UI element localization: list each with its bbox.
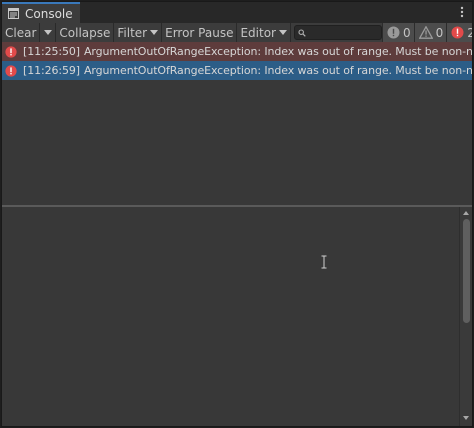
log-timestamp: [11:26:59] [23, 64, 80, 77]
error-icon [5, 45, 17, 58]
log-message: ArgumentOutOfRangeException: Index was o… [84, 45, 472, 58]
log-counters: 0 0 2 [381, 23, 472, 42]
error-icon [451, 26, 464, 39]
console-window: Console Clear Collapse Filter Error Paus… [1, 1, 473, 427]
tab-bar: Console [2, 2, 472, 24]
editor-dropdown[interactable]: Editor [237, 23, 291, 42]
log-entry-selected[interactable]: [11:26:59] ArgumentOutOfRangeException: … [2, 61, 472, 80]
text-cursor-icon [321, 255, 327, 269]
clear-label: Clear [5, 25, 37, 40]
info-count: 0 [402, 25, 411, 40]
stack-trace-pane[interactable] [2, 207, 472, 426]
warning-icon [418, 26, 433, 39]
search-icon [298, 28, 306, 37]
filter-dropdown[interactable]: Filter [114, 23, 163, 42]
log-timestamp: [11:25:50] [23, 45, 80, 58]
error-toggle[interactable]: 2 [446, 23, 472, 42]
error-count: 2 [467, 26, 472, 40]
console-toolbar: Clear Collapse Filter Error Pause Editor [2, 23, 472, 43]
kebab-menu-icon[interactable] [458, 5, 466, 19]
log-entry[interactable]: [11:25:50] ArgumentOutOfRangeException: … [2, 42, 472, 61]
clear-options-dropdown[interactable] [40, 23, 57, 42]
collapse-label: Collapse [59, 25, 111, 40]
error-pause-toggle[interactable]: Error Pause [162, 23, 238, 42]
editor-label: Editor [240, 25, 276, 40]
console-icon [8, 8, 19, 19]
chevron-down-icon [278, 30, 287, 35]
collapse-toggle[interactable]: Collapse [56, 23, 115, 42]
filter-label: Filter [117, 25, 148, 40]
error-pause-label: Error Pause [165, 25, 234, 40]
tab-console[interactable]: Console [2, 2, 80, 23]
chevron-down-icon [150, 30, 159, 35]
log-list: [11:25:50] ArgumentOutOfRangeException: … [2, 42, 472, 205]
clear-button[interactable]: Clear [2, 23, 41, 42]
warning-count: 0 [435, 25, 444, 40]
search-input[interactable] [305, 26, 381, 39]
scroll-up-arrow-icon[interactable] [463, 211, 469, 215]
tab-label: Console [25, 6, 73, 21]
chevron-down-icon [44, 30, 53, 35]
warning-toggle[interactable]: 0 [413, 23, 447, 42]
scrollbar-thumb[interactable] [463, 219, 470, 323]
info-icon [387, 26, 400, 39]
info-toggle[interactable]: 0 [381, 23, 414, 42]
scroll-down-arrow-icon[interactable] [463, 416, 469, 420]
log-message: ArgumentOutOfRangeException: Index was o… [84, 64, 472, 77]
error-icon [5, 64, 17, 77]
vertical-scrollbar[interactable] [459, 207, 472, 426]
search-box[interactable] [293, 25, 382, 40]
